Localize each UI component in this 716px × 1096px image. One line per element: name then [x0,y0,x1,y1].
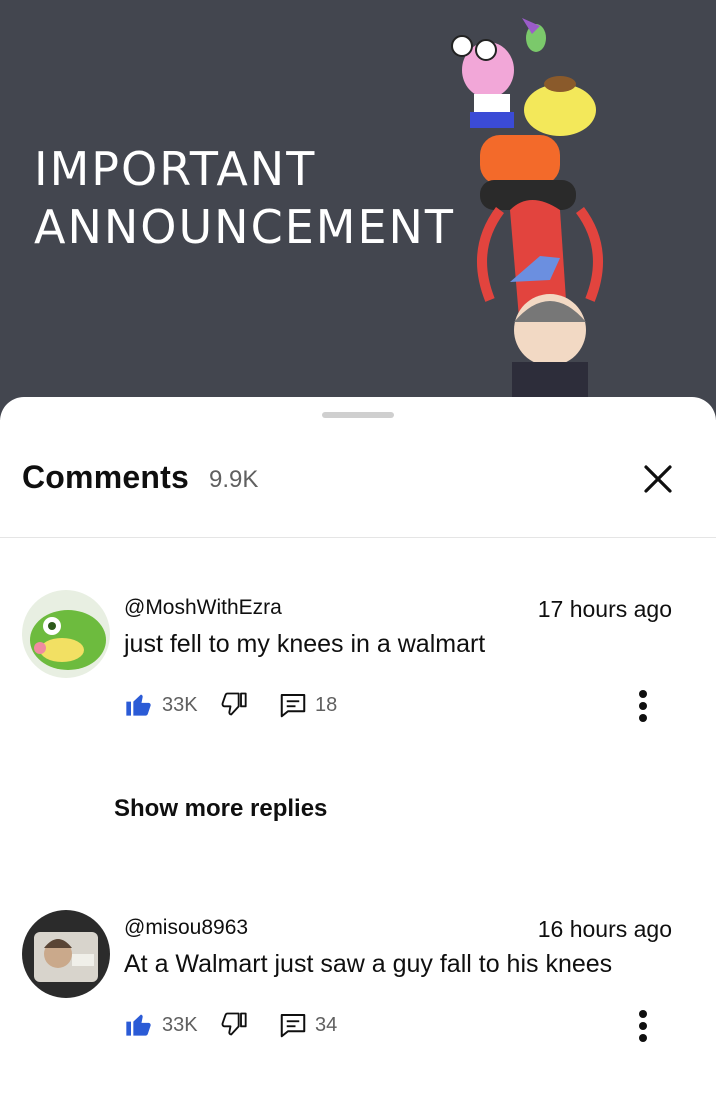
comments-header: Comments 9.9K [0,447,716,507]
comment-time: 17 hours ago [537,596,672,622]
more-vert-icon [639,1034,647,1042]
comment-author[interactable]: @misou8963 [124,916,248,940]
like-count: 33K [162,694,198,716]
like-count: 33K [162,1014,198,1036]
comment-time: 16 hours ago [537,916,672,942]
more-vert-icon [639,714,647,722]
cartoon-characters-illustration [451,18,603,410]
comment-item: @MoshWithEzra 17 hours ago just fell to … [0,590,716,730]
thumbs-up-icon [126,1014,151,1036]
comments-panel: Comments 9.9K @MoshWithEzra 17 hours ago… [0,397,716,1096]
video-title-line-1: IMPORTANT [34,142,317,196]
drag-handle[interactable] [322,412,394,418]
more-options-button[interactable] [630,684,656,728]
thumbs-down-icon [221,1012,247,1036]
comments-count: 9.9K [209,466,259,493]
video-player[interactable]: IMPORTANT ANNOUNCEMENT [0,0,716,420]
avatar[interactable] [22,910,110,998]
like-button[interactable] [124,690,152,723]
more-vert-icon [639,702,647,710]
comment-icon [280,1014,306,1038]
like-button[interactable] [124,1010,152,1043]
more-vert-icon [639,690,647,698]
thumbs-down-icon [221,692,247,716]
header-divider [0,537,716,538]
avatar-image [22,590,110,678]
video-title-text: IMPORTANT ANNOUNCEMENT [34,140,455,256]
comment-author[interactable]: @MoshWithEzra [124,596,282,620]
avatar[interactable] [22,590,110,678]
reply-count: 18 [315,694,338,716]
more-vert-icon [639,1010,647,1018]
reply-count: 34 [315,1014,338,1036]
reply-button[interactable] [278,690,308,725]
video-title-line-2: ANNOUNCEMENT [34,200,456,254]
reply-button[interactable] [278,1010,308,1045]
close-icon [644,465,672,493]
comment-icon [280,694,306,718]
thumbs-up-icon [126,694,151,716]
comment-text: At a Walmart just saw a guy fall to his … [124,950,613,978]
more-options-button[interactable] [630,1004,656,1048]
dislike-button[interactable] [220,1010,248,1043]
show-more-replies-button[interactable]: Show more replies [114,795,327,823]
close-button[interactable] [638,459,678,499]
more-vert-icon [639,1022,647,1030]
avatar-image [22,910,110,998]
comments-title: Comments [22,459,189,495]
dislike-button[interactable] [220,690,248,723]
comment-text: just fell to my knees in a walmart [124,630,486,658]
comment-item: @misou8963 16 hours ago At a Walmart jus… [0,910,716,1050]
